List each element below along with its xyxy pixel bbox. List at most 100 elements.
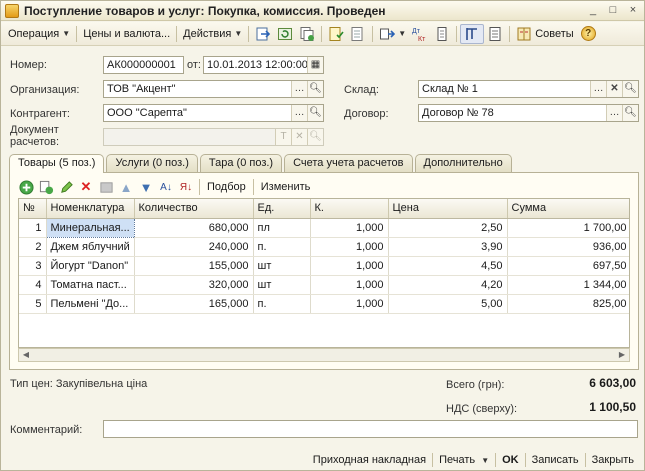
end-edit-icon[interactable] xyxy=(96,178,116,196)
tab-goods[interactable]: Товары (5 поз.) xyxy=(9,154,105,173)
cell-quantity[interactable]: 165,000 xyxy=(134,294,254,314)
cell-coefficient[interactable]: 1,000 xyxy=(310,275,389,295)
column-header-coefficient[interactable]: К. xyxy=(310,199,389,219)
post-and-close-button[interactable] xyxy=(252,24,274,44)
cell-nomenclature[interactable]: Йогурт "Danon" xyxy=(46,256,135,276)
actions-menu[interactable]: Действия ▼ xyxy=(180,24,245,44)
select-ellipsis-icon[interactable]: … xyxy=(291,105,307,121)
cell-coefficient[interactable]: 1,000 xyxy=(310,294,389,314)
cell-unit[interactable]: шт xyxy=(253,256,311,276)
ok-button[interactable]: OK xyxy=(496,454,525,466)
select-ellipsis-icon[interactable]: … xyxy=(590,81,606,97)
select-ellipsis-icon[interactable]: … xyxy=(606,105,622,121)
column-header-unit[interactable]: Ед. xyxy=(253,199,311,219)
open-search-icon[interactable]: 🔍︎ xyxy=(307,105,323,121)
column-header-nomenclature[interactable]: Номенклатура xyxy=(46,199,135,219)
cell-price[interactable]: 3,90 xyxy=(388,237,508,257)
cell-quantity[interactable]: 240,000 xyxy=(134,237,254,257)
operation-menu[interactable]: Операция ▼ xyxy=(5,24,73,44)
settlement-doc-field[interactable]: T ✕ 🔍︎ xyxy=(103,128,324,146)
clear-icon[interactable]: ✕ xyxy=(606,81,622,97)
cell-amount[interactable]: 1 344,00 xyxy=(507,275,629,295)
refresh-button[interactable] xyxy=(274,24,296,44)
selection-button[interactable]: Подбор xyxy=(203,181,250,193)
debit-credit-button[interactable]: Дт Кт xyxy=(409,24,431,44)
table-row[interactable]: 5 Пельмені "До... 165,000 п. 1,000 5,00 … xyxy=(19,294,629,314)
column-header-number[interactable]: № xyxy=(19,199,47,219)
cell-coefficient[interactable]: 1,000 xyxy=(310,218,389,238)
settings-button[interactable] xyxy=(460,23,485,44)
cell-price[interactable]: 2,50 xyxy=(388,218,508,238)
column-header-quantity[interactable]: Количество xyxy=(134,199,254,219)
cell-nomenclature[interactable]: Джем яблучний xyxy=(46,237,135,257)
print-menu[interactable]: Печать ▼ xyxy=(433,454,495,466)
cell-unit[interactable]: пл xyxy=(253,218,311,238)
move-up-icon[interactable]: ▲ xyxy=(116,178,136,196)
open-search-icon[interactable]: 🔍︎ xyxy=(307,81,323,97)
cell-coefficient[interactable]: 1,000 xyxy=(310,256,389,276)
column-header-price[interactable]: Цена xyxy=(388,199,508,219)
number-field[interactable]: АК000000001 xyxy=(103,56,184,74)
table-row[interactable]: 4 Томатна паст... 320,000 шт 1,000 4,20 … xyxy=(19,275,629,295)
horizontal-scrollbar[interactable]: ◀ ▶ xyxy=(18,348,630,362)
cell-amount[interactable]: 697,50 xyxy=(507,256,629,276)
cell-price[interactable]: 4,50 xyxy=(388,256,508,276)
calendar-icon[interactable]: ▦ xyxy=(307,57,323,73)
column-header-amount[interactable]: Сумма xyxy=(507,199,629,219)
cell-price[interactable]: 4,20 xyxy=(388,275,508,295)
help-icon[interactable]: ? xyxy=(580,26,596,41)
open-search-icon[interactable]: 🔍︎ xyxy=(622,81,638,97)
type-t-icon[interactable]: T xyxy=(275,129,291,145)
tab-containers[interactable]: Тара (0 поз.) xyxy=(199,154,283,172)
comment-field[interactable] xyxy=(103,420,638,438)
table-row[interactable]: 2 Джем яблучний 240,000 п. 1,000 3,90 93… xyxy=(19,237,629,257)
sort-descending-icon[interactable]: Я↓ xyxy=(176,178,196,196)
tab-services[interactable]: Услуги (0 поз.) xyxy=(106,154,198,172)
add-row-icon[interactable] xyxy=(16,178,36,196)
select-ellipsis-icon[interactable]: … xyxy=(291,81,307,97)
structure-button[interactable] xyxy=(431,24,453,44)
maximize-button[interactable]: □ xyxy=(606,4,620,17)
organization-field[interactable]: ТОВ "Акцент" … 🔍︎ xyxy=(103,80,324,98)
contract-field[interactable]: Договор № 78 … 🔍︎ xyxy=(418,104,639,122)
cell-price[interactable]: 5,00 xyxy=(388,294,508,314)
save-button[interactable]: Записать xyxy=(526,454,585,466)
scroll-left-icon[interactable]: ◀ xyxy=(19,349,33,361)
close-button[interactable]: × xyxy=(626,4,640,17)
date-field[interactable]: 10.01.2013 12:00:00 ▦ xyxy=(203,56,324,74)
cell-unit[interactable]: шт xyxy=(253,275,311,295)
advice-button[interactable]: Советы xyxy=(513,24,576,44)
cell-quantity[interactable]: 680,000 xyxy=(134,218,254,238)
document-journal-button[interactable] xyxy=(484,24,506,44)
contractor-field[interactable]: ООО "Сарепта" … 🔍︎ xyxy=(103,104,324,122)
prices-currency-button[interactable]: Цены и валюта... xyxy=(80,24,173,44)
open-search-icon[interactable]: 🔍︎ xyxy=(622,105,638,121)
sort-ascending-icon[interactable]: A↓ xyxy=(156,178,176,196)
cell-quantity[interactable]: 320,000 xyxy=(134,275,254,295)
close-form-button[interactable]: Закрыть xyxy=(586,454,640,466)
scroll-right-icon[interactable]: ▶ xyxy=(615,349,629,361)
cell-quantity[interactable]: 155,000 xyxy=(134,256,254,276)
table-row[interactable]: 1 Минеральная... 680,000 пл 1,000 2,50 1… xyxy=(19,217,629,238)
open-search-icon[interactable]: 🔍︎ xyxy=(307,129,323,145)
cell-coefficient[interactable]: 1,000 xyxy=(310,237,389,257)
move-down-icon[interactable]: ▼ xyxy=(136,178,156,196)
tab-additional[interactable]: Дополнительно xyxy=(414,154,512,172)
based-on-button[interactable]: ▼ xyxy=(376,24,409,44)
minimize-button[interactable]: _ xyxy=(586,4,600,17)
cell-unit[interactable]: п. xyxy=(253,237,311,257)
edit-row-icon[interactable] xyxy=(56,178,76,196)
cell-unit[interactable]: п. xyxy=(253,294,311,314)
goods-table[interactable]: № Номенклатура Количество Ед. К. Цена Су… xyxy=(18,198,630,348)
receipt-invoice-button[interactable]: Приходная накладная xyxy=(307,454,432,466)
cell-nomenclature[interactable]: Минеральная... xyxy=(45,217,135,238)
delete-row-icon[interactable]: ✕ xyxy=(76,178,96,196)
cell-amount[interactable]: 936,00 xyxy=(507,237,629,257)
change-button[interactable]: Изменить xyxy=(257,181,315,193)
cell-amount[interactable]: 1 700,00 xyxy=(507,218,629,238)
unpost-button[interactable] xyxy=(347,24,369,44)
cell-nomenclature[interactable]: Томатна паст... xyxy=(46,275,135,295)
clear-icon[interactable]: ✕ xyxy=(291,129,307,145)
tab-settlement-accounts[interactable]: Счета учета расчетов xyxy=(284,154,413,172)
table-row[interactable]: 3 Йогурт "Danon" 155,000 шт 1,000 4,50 6… xyxy=(19,256,629,276)
